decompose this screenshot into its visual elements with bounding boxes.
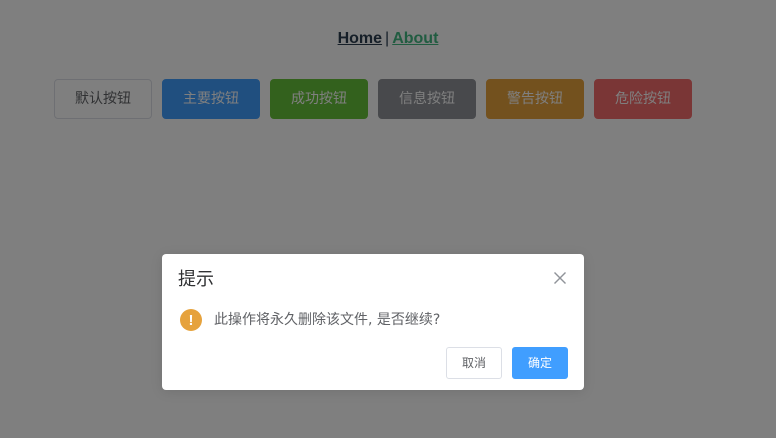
confirm-dialog: 提示 ! 此操作将永久删除该文件, 是否继续? 取消 确定 xyxy=(162,254,584,390)
dialog-title: 提示 xyxy=(178,269,214,290)
dialog-message: 此操作将永久删除该文件, 是否继续? xyxy=(214,312,441,328)
warning-icon: ! xyxy=(180,309,202,331)
warning-icon-graphic: ! xyxy=(180,309,202,331)
confirm-button[interactable]: 确定 xyxy=(512,347,568,379)
app-page: Home|About 默认按钮 主要按钮 成功按钮 信息按钮 警告按钮 危险按钮… xyxy=(0,0,776,438)
cancel-button[interactable]: 取消 xyxy=(446,347,502,379)
close-icon[interactable] xyxy=(552,270,568,286)
close-icon-graphic xyxy=(554,272,566,284)
warning-icon-glyph: ! xyxy=(189,312,194,329)
